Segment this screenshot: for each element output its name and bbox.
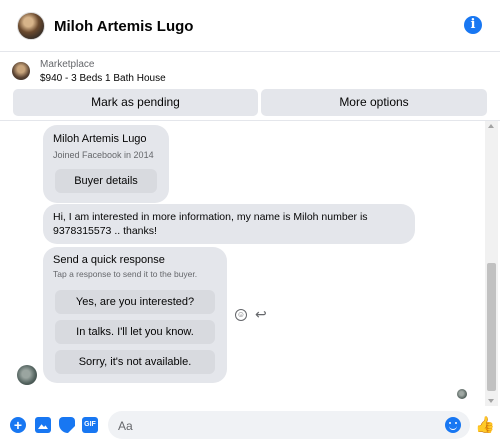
react-smiley-icon[interactable]: ☺: [235, 309, 247, 321]
thumbs-up-icon[interactable]: 👍: [475, 415, 495, 435]
photo-icon[interactable]: [35, 417, 51, 433]
profile-card-name: Miloh Artemis Lugo: [53, 133, 147, 145]
chat-header: Miloh Artemis Lugo i: [0, 0, 500, 52]
quick-response-title: Send a quick response: [53, 254, 165, 266]
marketplace-label: Marketplace: [40, 59, 95, 70]
message-input[interactable]: Aa: [108, 411, 470, 439]
quick-response-option[interactable]: Sorry, it's not available.: [55, 350, 215, 374]
emoji-icon[interactable]: [445, 417, 461, 433]
more-options-button[interactable]: More options: [261, 89, 487, 116]
sticker-icon[interactable]: [59, 417, 75, 433]
buyer-message-text: Hi, I am interested in more information,…: [53, 211, 368, 237]
listing-actions: Mark as pending More options: [13, 89, 487, 116]
listing-title: $940 - 3 Beds 1 Bath House: [40, 73, 166, 84]
profile-card-joined: Joined Facebook in 2014: [53, 150, 154, 160]
quick-response-card: Send a quick response Tap a response to …: [43, 247, 227, 383]
quick-response-option[interactable]: Yes, are you interested?: [55, 290, 215, 314]
scrollbar[interactable]: [485, 121, 498, 406]
quick-response-subtitle: Tap a response to send it to the buyer.: [53, 269, 198, 279]
scroll-up-arrow-icon[interactable]: [488, 124, 494, 128]
quick-response-option[interactable]: In talks. I'll let you know.: [55, 320, 215, 344]
gif-icon[interactable]: GIF: [82, 417, 98, 433]
buyer-message: Hi, I am interested in more information,…: [43, 204, 415, 244]
plus-icon[interactable]: +: [10, 417, 26, 433]
seen-indicator-avatar: [457, 389, 467, 399]
reply-icon[interactable]: ↩: [255, 306, 267, 323]
message-thread: Miloh Artemis Lugo Joined Facebook in 20…: [0, 121, 500, 406]
buyer-avatar[interactable]: [17, 365, 37, 385]
profile-card: Miloh Artemis Lugo Joined Facebook in 20…: [43, 125, 169, 203]
scroll-down-arrow-icon[interactable]: [488, 399, 494, 403]
message-input-placeholder: Aa: [118, 419, 133, 433]
buyer-details-button[interactable]: Buyer details: [55, 169, 157, 193]
mark-as-pending-button[interactable]: Mark as pending: [13, 89, 258, 116]
marketplace-listing[interactable]: Marketplace $940 - 3 Beds 1 Bath House: [0, 52, 500, 86]
contact-avatar[interactable]: [17, 12, 45, 40]
scrollbar-thumb[interactable]: [487, 263, 496, 391]
message-composer: + GIF Aa 👍: [0, 406, 500, 446]
info-icon[interactable]: i: [464, 16, 482, 34]
contact-name[interactable]: Miloh Artemis Lugo: [54, 18, 193, 35]
listing-thumbnail: [12, 62, 30, 80]
